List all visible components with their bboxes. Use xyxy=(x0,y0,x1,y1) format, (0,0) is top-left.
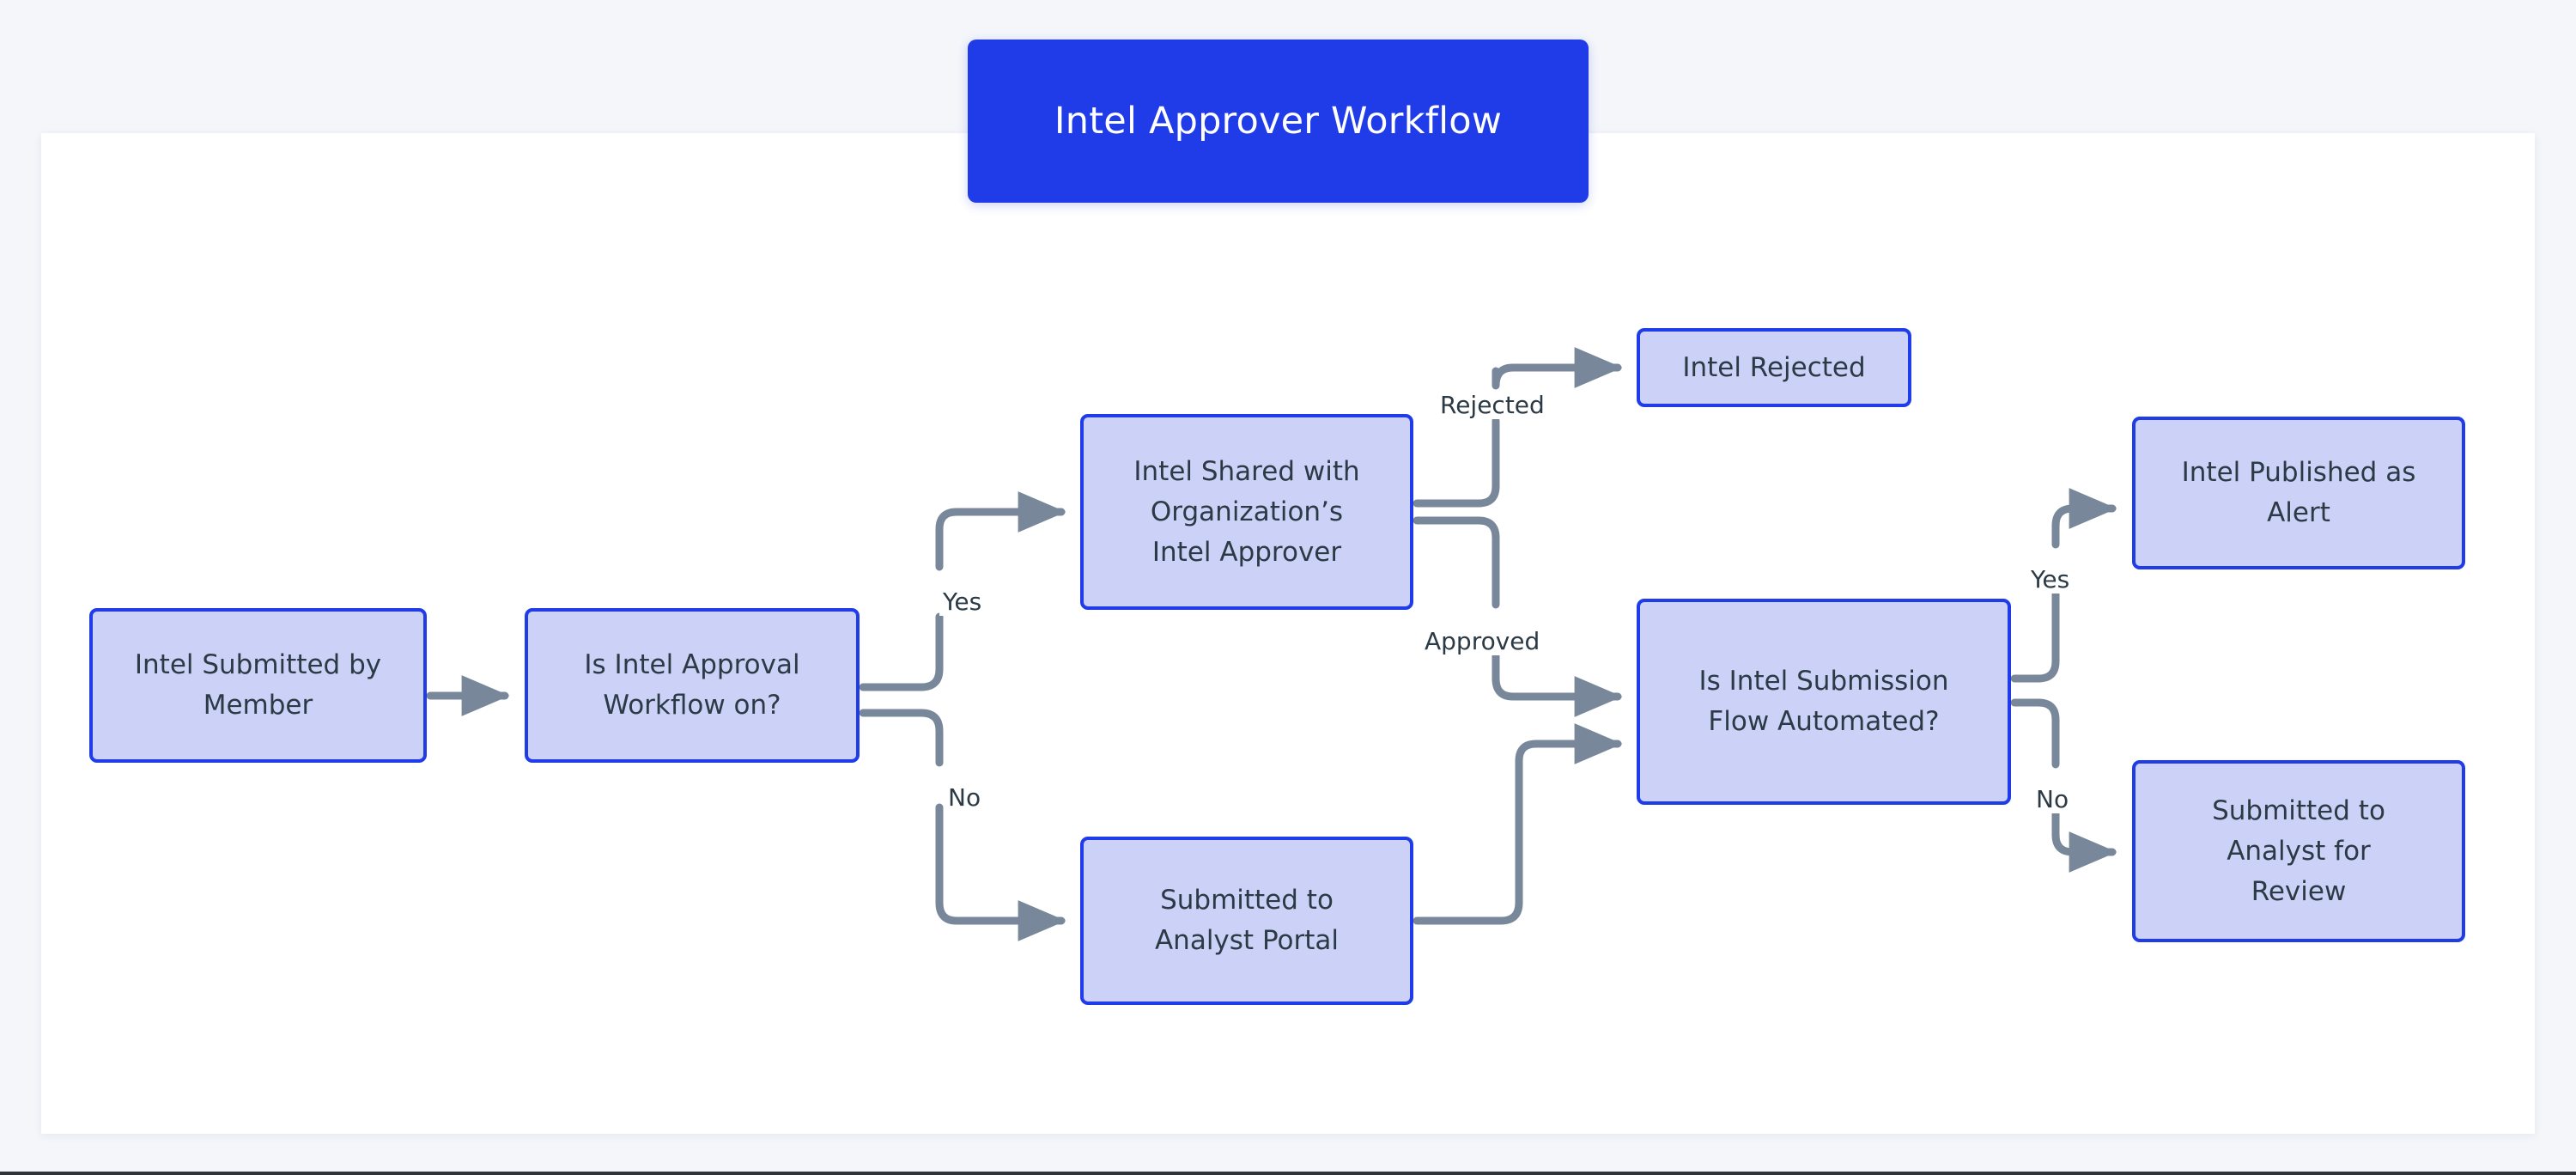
node-intel-submitted-by-member[interactable]: Intel Submitted by Member xyxy=(89,608,427,763)
node-label: Intel Rejected xyxy=(1682,351,1866,383)
edge-automated-to-review-no-2 xyxy=(2051,807,2117,873)
edge-automated-to-published-yes-2 xyxy=(2051,488,2117,549)
edge-workflow-to-approver-yes xyxy=(859,612,944,691)
edge-label-no-workflow: No xyxy=(945,783,985,812)
page-title: Intel Approver Workflow xyxy=(1054,100,1503,143)
edge-label-yes-workflow: Yes xyxy=(939,588,986,616)
edge-approver-to-rejected-2 xyxy=(1492,347,1623,390)
edge-approver-to-automated xyxy=(1413,516,1500,609)
node-label: Is Intel Submission Flow Automated? xyxy=(1698,666,1949,737)
node-submitted-to-analyst-for-review[interactable]: Submitted to Analyst for Review xyxy=(2132,760,2465,942)
node-intel-published-as-alert[interactable]: Intel Published as Alert xyxy=(2132,417,2465,569)
edge-workflow-to-portal-no xyxy=(859,709,944,767)
edge-approver-to-rejected xyxy=(1413,417,1500,508)
edge-workflow-to-approver-yes-2 xyxy=(935,491,1066,571)
edge-portal-to-automated xyxy=(1413,723,1623,925)
node-label: Is Intel Approval Workflow on? xyxy=(584,649,800,721)
node-label: Submitted to Analyst Portal xyxy=(1154,885,1340,956)
node-label: Submitted to Analyst for Review xyxy=(2212,794,2385,907)
edge-automated-to-review-no xyxy=(2010,698,2060,769)
edge-label-rejected: Rejected xyxy=(1437,391,1548,419)
flowchart-page: Intel Approver Workflow Intel Submitted … xyxy=(0,0,2576,1175)
edge-workflow-to-portal-no-2 xyxy=(935,803,1066,941)
node-is-intel-approval-workflow-on[interactable]: Is Intel Approval Workflow on? xyxy=(525,608,860,763)
edge-label-approved: Approved xyxy=(1421,627,1544,655)
edge-approver-to-automated-2 xyxy=(1492,647,1623,717)
node-intel-shared-with-organizations-intel-approver[interactable]: Intel Shared with Organization’s Intel App… xyxy=(1080,414,1413,610)
node-is-intel-submission-flow-automated[interactable]: Is Intel Submission Flow Automated? xyxy=(1637,599,2011,805)
node-label: Intel Shared with Organization’s Intel App… xyxy=(1133,455,1360,568)
edge-automated-to-published-yes xyxy=(2010,590,2060,683)
edge-label-no-automated: No xyxy=(2032,785,2073,813)
node-label: Intel Published as Alert xyxy=(2181,457,2416,528)
edge-label-yes-automated: Yes xyxy=(2027,565,2074,594)
node-label: Intel Submitted by Member xyxy=(134,649,382,721)
page-title-banner: Intel Approver Workflow xyxy=(968,40,1589,203)
node-submitted-to-analyst-portal[interactable]: Submitted to Analyst Portal xyxy=(1080,837,1413,1005)
node-intel-rejected[interactable]: Intel Rejected xyxy=(1637,328,1911,407)
